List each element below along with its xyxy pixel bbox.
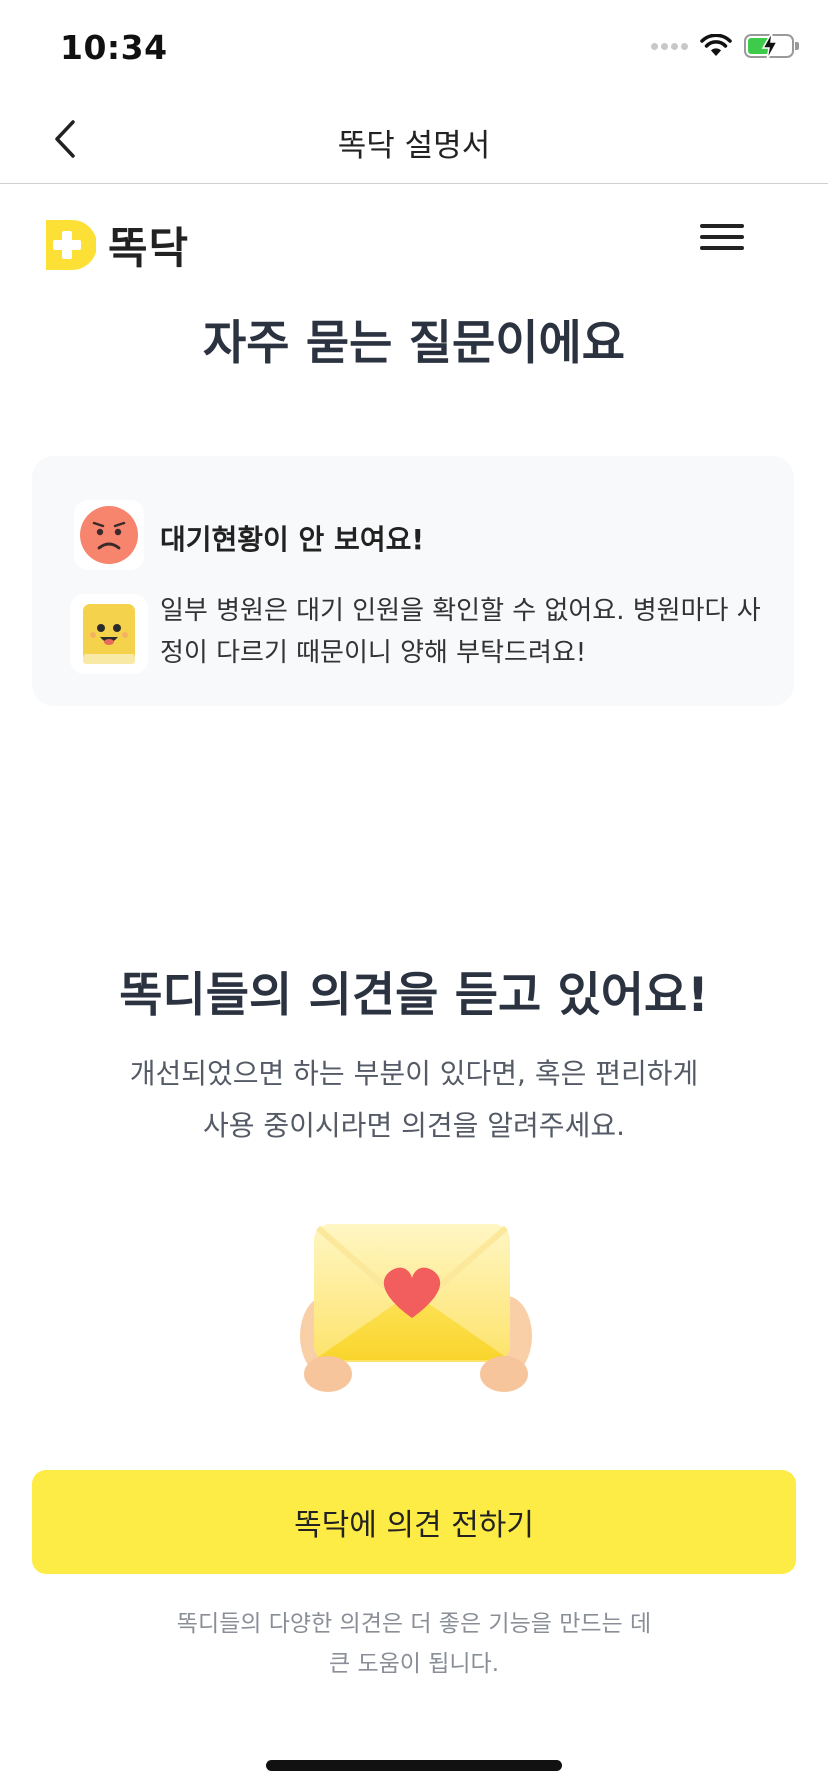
page-title: 똑닥 설명서 bbox=[337, 128, 491, 164]
book-character-icon bbox=[70, 594, 148, 674]
hamburger-menu-icon[interactable] bbox=[700, 220, 744, 254]
footer-note: 똑디들의 다양한 의견은 더 좋은 기능을 만드는 데 큰 도움이 됩니다. bbox=[0, 1604, 828, 1684]
status-bar: 10:34 bbox=[0, 0, 828, 96]
feedback-heading: 똑디들의 의견을 듣고 있어요! bbox=[119, 968, 709, 1023]
faq-answer-line: 정이 다르기 때문이니 양해 부탁드려요! bbox=[160, 638, 587, 668]
logo-icon bbox=[46, 220, 96, 270]
faq-question: 대기현황이 안 보여요! bbox=[160, 523, 425, 556]
feedback-description: 개선되었으면 하는 부분이 있다면, 혹은 편리하게 사용 중이시라면 의견을 … bbox=[0, 1048, 828, 1152]
status-icons bbox=[651, 31, 799, 61]
faq-answer: 일부 병원은 대기 인원을 확인할 수 없어요. 병원마다 사 정이 다르기 때… bbox=[160, 590, 780, 674]
wifi-icon bbox=[700, 34, 732, 56]
battery-icon bbox=[744, 31, 799, 61]
footer-note-line: 큰 도움이 됩니다. bbox=[328, 1651, 500, 1677]
sad-face-icon bbox=[74, 500, 144, 570]
logo-text: 똑닥 bbox=[108, 224, 190, 274]
footer-note-line: 똑디들의 다양한 의견은 더 좋은 기능을 만드는 데 bbox=[176, 1611, 652, 1637]
navigation-bar: 똑닥 설명서 bbox=[0, 96, 828, 184]
send-feedback-button[interactable]: 똑닥에 의견 전하기 bbox=[32, 1470, 796, 1574]
logo[interactable]: 똑닥 bbox=[46, 214, 189, 276]
faq-answer-line: 일부 병원은 대기 인원을 확인할 수 없어요. 병원마다 사 bbox=[160, 596, 761, 626]
status-time: 10:34 bbox=[60, 28, 168, 67]
faq-heading: 자주 묻는 질문이에요 bbox=[203, 316, 625, 371]
feedback-description-line: 개선되었으면 하는 부분이 있다면, 혹은 편리하게 bbox=[129, 1057, 699, 1090]
site-header: 똑닥 bbox=[0, 184, 828, 284]
home-indicator[interactable] bbox=[266, 1760, 562, 1771]
envelope-heart-icon bbox=[300, 1224, 532, 1392]
feedback-description-line: 사용 중이시라면 의견을 알려주세요. bbox=[202, 1109, 625, 1142]
faq-card: 대기현황이 안 보여요! 일부 병원은 대기 인원을 확인할 수 없어요. 병원… bbox=[32, 456, 794, 706]
cellular-signal-icon bbox=[651, 42, 688, 50]
